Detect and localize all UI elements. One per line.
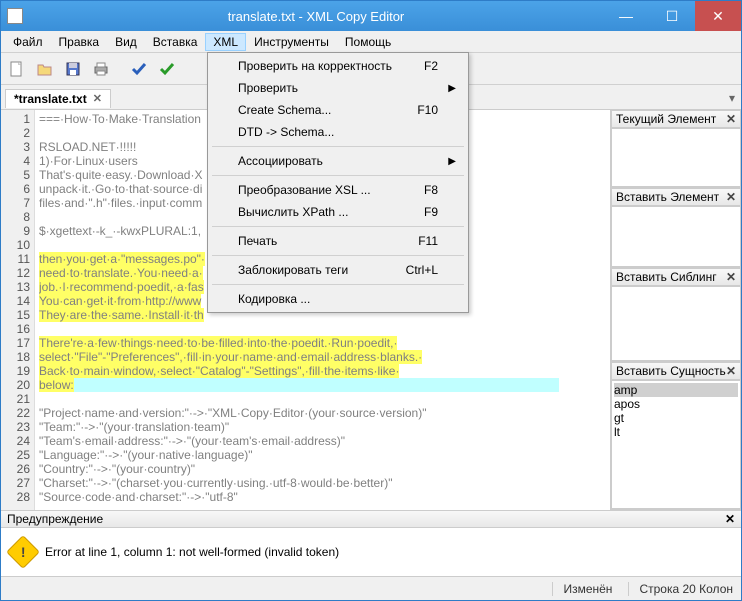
menu-инструменты[interactable]: Инструменты <box>246 33 337 51</box>
panel-close-icon[interactable]: ✕ <box>726 270 736 284</box>
titlebar: translate.txt - XML Copy Editor — ☐ ✕ <box>1 1 741 31</box>
xml-menu-dropdown: Проверить на корректностьF2Проверить▶Cre… <box>207 52 469 313</box>
side-panels: Текущий Элемент✕ Вставить Элемент✕ Встав… <box>611 110 741 510</box>
status-modified: Изменён <box>552 582 612 596</box>
file-tab[interactable]: *translate.txt ✕ <box>5 89 111 108</box>
statusbar: Изменён Строка 20 Колон <box>1 576 741 600</box>
menuitem[interactable]: Проверить на корректностьF2 <box>210 55 466 77</box>
minimize-button[interactable]: — <box>603 1 649 31</box>
menuitem[interactable]: Заблокировать тегиCtrl+L <box>210 259 466 281</box>
panel-close-icon[interactable]: ✕ <box>725 512 735 526</box>
menu-вставка[interactable]: Вставка <box>145 33 206 51</box>
panel-close-icon[interactable]: ✕ <box>726 364 736 378</box>
panel-insert-entity: Вставить Сущность✕ ampaposgtlt <box>611 362 741 510</box>
menuitem[interactable]: Create Schema...F10 <box>210 99 466 121</box>
menuitem[interactable]: Кодировка ... <box>210 288 466 310</box>
menuitem[interactable]: Проверить▶ <box>210 77 466 99</box>
menubar: ФайлПравкаВидВставкаXMLИнструментыПомощь <box>1 31 741 53</box>
panel-close-icon[interactable]: ✕ <box>726 190 736 204</box>
validate-button[interactable] <box>155 57 179 81</box>
menuitem[interactable]: Преобразование XSL ...F8 <box>210 179 466 201</box>
menuitem[interactable]: Вычислить XPath ...F9 <box>210 201 466 223</box>
print-button[interactable] <box>89 57 113 81</box>
warning-panel-header: Предупреждение ✕ <box>1 510 741 528</box>
entity-item[interactable]: lt <box>614 425 738 439</box>
save-button[interactable] <box>61 57 85 81</box>
close-button[interactable]: ✕ <box>695 1 741 31</box>
close-tab-icon[interactable]: ✕ <box>93 92 102 105</box>
tabs-overflow-icon[interactable]: ▾ <box>729 91 735 105</box>
window-title: translate.txt - XML Copy Editor <box>29 9 603 24</box>
entity-item[interactable]: gt <box>614 411 738 425</box>
panel-insert-sibling: Вставить Сиблинг✕ <box>611 268 741 362</box>
entity-item[interactable]: apos <box>614 397 738 411</box>
menuitem[interactable]: Ассоциировать▶ <box>210 150 466 172</box>
menuitem[interactable]: DTD -> Schema... <box>210 121 466 143</box>
entity-list[interactable]: ampaposgtlt <box>611 380 741 509</box>
line-gutter: 1234567891011121314151617181920212223242… <box>1 110 35 510</box>
menuitem[interactable]: ПечатьF11 <box>210 230 466 252</box>
new-button[interactable] <box>5 57 29 81</box>
tab-label: *translate.txt <box>14 92 87 106</box>
menu-помощь[interactable]: Помощь <box>337 33 399 51</box>
entity-item[interactable]: amp <box>614 383 738 397</box>
panel-insert-element: Вставить Элемент✕ <box>611 188 741 268</box>
warning-panel: Error at line 1, column 1: not well-form… <box>1 528 741 576</box>
maximize-button[interactable]: ☐ <box>649 1 695 31</box>
menu-вид[interactable]: Вид <box>107 33 145 51</box>
open-button[interactable] <box>33 57 57 81</box>
panel-current-element: Текущий Элемент✕ <box>611 110 741 188</box>
menu-xml[interactable]: XML <box>205 33 246 51</box>
menu-файл[interactable]: Файл <box>5 33 51 51</box>
warning-text: Error at line 1, column 1: not well-form… <box>45 545 339 559</box>
status-position: Строка 20 Колон <box>628 582 733 596</box>
menu-правка[interactable]: Правка <box>51 33 108 51</box>
warning-icon <box>6 535 40 569</box>
check-wellformed-button[interactable] <box>127 57 151 81</box>
app-icon <box>7 8 23 24</box>
panel-close-icon[interactable]: ✕ <box>726 112 736 126</box>
